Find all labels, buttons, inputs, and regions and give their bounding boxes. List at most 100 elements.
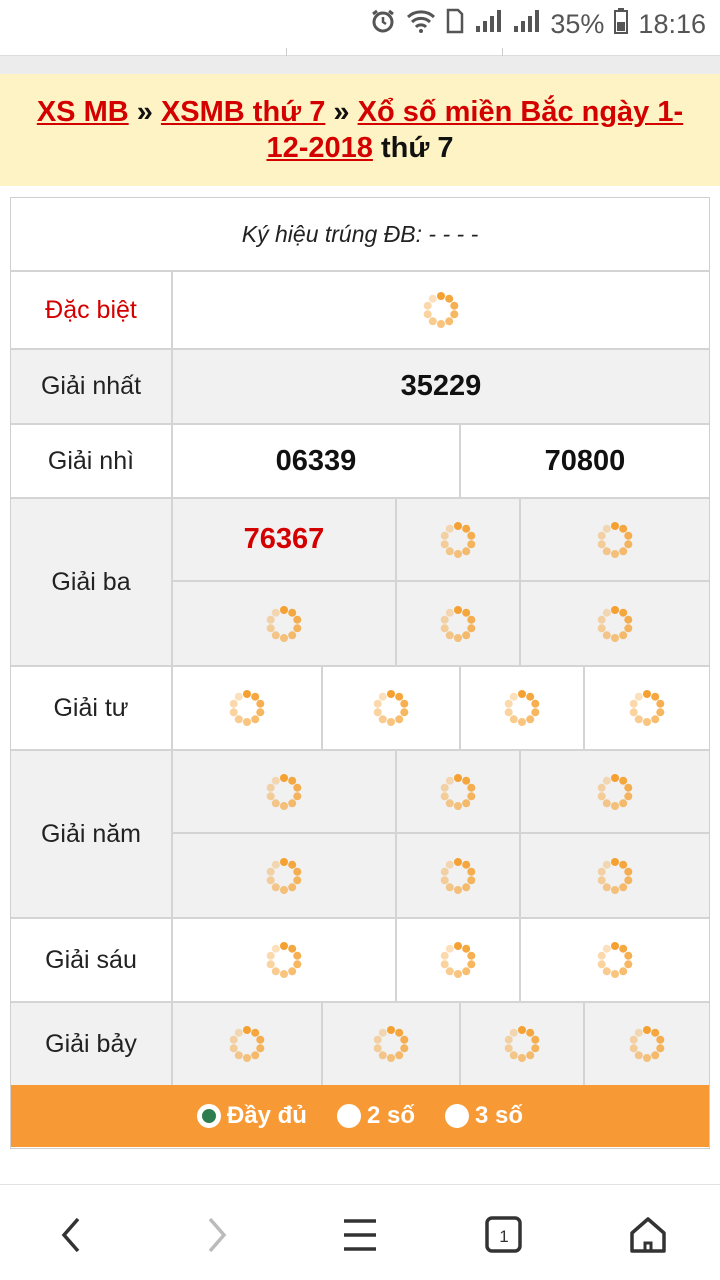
radio-2-digits[interactable] xyxy=(336,1104,361,1128)
breadcrumb-link-xsmb[interactable]: XS MB xyxy=(37,96,129,128)
cell-giai-nam-6 xyxy=(521,834,709,917)
cell-giai-nam-1 xyxy=(173,751,397,834)
back-icon[interactable] xyxy=(52,1215,92,1255)
clock-time: 18:16 xyxy=(638,8,706,39)
option-full[interactable]: Đầy đủ xyxy=(196,1102,307,1130)
cell-giai-tu-4 xyxy=(585,667,709,749)
loading-spinner-icon xyxy=(264,604,304,644)
row-giai-sau: Giải sáu xyxy=(11,919,709,1003)
row-giai-nhi: Giải nhì 06339 70800 xyxy=(11,425,709,499)
loading-spinner-icon xyxy=(595,856,635,896)
cell-giai-ba-5 xyxy=(397,582,521,665)
cell-giai-bay-1 xyxy=(173,1003,323,1085)
loading-spinner-icon xyxy=(595,940,635,980)
cell-giai-ba-6 xyxy=(521,582,709,665)
cell-giai-tu-2 xyxy=(323,667,461,749)
radio-3-digits[interactable] xyxy=(445,1104,469,1128)
loading-spinner-icon xyxy=(502,688,542,728)
result-giai-ba-1: 76367 xyxy=(173,499,397,582)
forward-icon[interactable] xyxy=(196,1215,236,1255)
cell-giai-ba-3 xyxy=(521,499,709,582)
result-giai-nhi-2: 70800 xyxy=(544,444,626,477)
url-bar-edge xyxy=(0,48,720,56)
cell-giai-nam-3 xyxy=(521,751,709,834)
tabs-icon[interactable]: 1 xyxy=(484,1215,524,1255)
alarm-icon xyxy=(370,8,396,41)
label-giai-sau: Giải sáu xyxy=(11,919,173,1001)
signal-icon xyxy=(474,8,502,41)
home-icon[interactable] xyxy=(628,1215,668,1255)
cell-giai-bay-4 xyxy=(585,1003,709,1085)
cell-giai-sau-3 xyxy=(521,919,709,1001)
breadcrumb-link-xsmb-thu7[interactable]: XSMB thứ 7 xyxy=(161,96,325,128)
signal-icon-2 xyxy=(512,8,540,41)
row-giai-nhat: Giải nhất 35229 xyxy=(11,350,709,425)
wifi-icon xyxy=(406,9,436,40)
option-2-digits[interactable]: 2 số xyxy=(336,1102,415,1130)
label-giai-tu: Giải tư xyxy=(11,667,173,749)
cell-giai-sau-1 xyxy=(173,919,397,1001)
sim-icon xyxy=(446,8,464,41)
cell-giai-tu-3 xyxy=(461,667,585,749)
label-dac-biet: Đặc biệt xyxy=(11,272,173,348)
radio-full-selected[interactable] xyxy=(196,1104,221,1128)
label-giai-bay: Giải bảy xyxy=(11,1003,173,1085)
label-giai-nhi: Giải nhì xyxy=(11,425,173,497)
cell-giai-nam-5 xyxy=(397,834,521,917)
label-giai-ba: Giải ba xyxy=(11,499,173,665)
row-giai-nam: Giải năm xyxy=(11,751,709,919)
results-table: Ký hiệu trúng ĐB: - - - - Đặc biệt Giải … xyxy=(10,197,710,1149)
loading-spinner-icon xyxy=(438,772,478,812)
loading-spinner-icon xyxy=(595,604,635,644)
display-options-bar: Đầy đủ 2 số 3 số xyxy=(11,1085,709,1147)
breadcrumb-link-date[interactable]: Xổ số miền Bắc ngày 1-12-2018 xyxy=(266,96,683,164)
loading-spinner-icon xyxy=(421,290,461,330)
loading-spinner-icon xyxy=(627,688,667,728)
option-2-label: 2 số xyxy=(366,1102,415,1129)
loading-spinner-icon xyxy=(264,772,304,812)
option-3-label: 3 số xyxy=(475,1102,524,1129)
cell-giai-bay-2 xyxy=(323,1003,461,1085)
loading-spinner-icon xyxy=(371,1024,411,1064)
row-giai-ba: Giải ba 76367 xyxy=(11,499,709,667)
menu-icon[interactable] xyxy=(340,1215,380,1255)
breadcrumb-separator: » xyxy=(136,96,153,128)
cell-giai-nam-2 xyxy=(397,751,521,834)
breadcrumb: XS MB » XSMB thứ 7 » Xổ số miền Bắc ngày… xyxy=(0,74,720,186)
page-gap xyxy=(0,56,720,74)
loading-spinner-icon xyxy=(502,1024,542,1064)
loading-spinner-icon xyxy=(371,688,411,728)
option-3-digits[interactable]: 3 số xyxy=(445,1102,523,1130)
breadcrumb-suffix: thứ 7 xyxy=(380,132,454,164)
ky-hieu-text: Ký hiệu trúng ĐB: - - - - xyxy=(11,198,709,272)
cell-giai-ba-4 xyxy=(173,582,397,665)
battery-percent: 35% xyxy=(550,8,605,39)
loading-spinner-icon xyxy=(227,1024,267,1064)
option-full-label: Đầy đủ xyxy=(226,1102,307,1129)
loading-spinner-icon xyxy=(438,520,478,560)
loading-spinner-icon xyxy=(595,772,635,812)
cell-giai-bay-3 xyxy=(461,1003,585,1085)
cell-giai-nam-4 xyxy=(173,834,397,917)
status-bar: 35% 18:16 xyxy=(0,0,720,48)
battery-icon xyxy=(614,7,629,41)
row-giai-bay: Giải bảy xyxy=(11,1003,709,1085)
loading-spinner-icon xyxy=(438,856,478,896)
breadcrumb-separator: » xyxy=(333,96,350,128)
cell-giai-tu-1 xyxy=(173,667,323,749)
result-giai-nhi-1: 06339 xyxy=(173,425,461,497)
cell-dac-biet xyxy=(173,272,709,348)
row-giai-tu: Giải tư xyxy=(11,667,709,751)
label-giai-nam: Giải năm xyxy=(11,751,173,917)
browser-nav-bar: 1 xyxy=(0,1184,720,1280)
loading-spinner-icon xyxy=(264,856,304,896)
row-dac-biet: Đặc biệt xyxy=(11,272,709,350)
cell-giai-ba-2 xyxy=(397,499,521,582)
loading-spinner-icon xyxy=(438,604,478,644)
svg-text:1: 1 xyxy=(499,1227,508,1246)
loading-spinner-icon xyxy=(227,688,267,728)
loading-spinner-icon xyxy=(595,520,635,560)
result-giai-nhat: 35229 xyxy=(400,370,482,402)
loading-spinner-icon xyxy=(264,940,304,980)
loading-spinner-icon xyxy=(438,940,478,980)
